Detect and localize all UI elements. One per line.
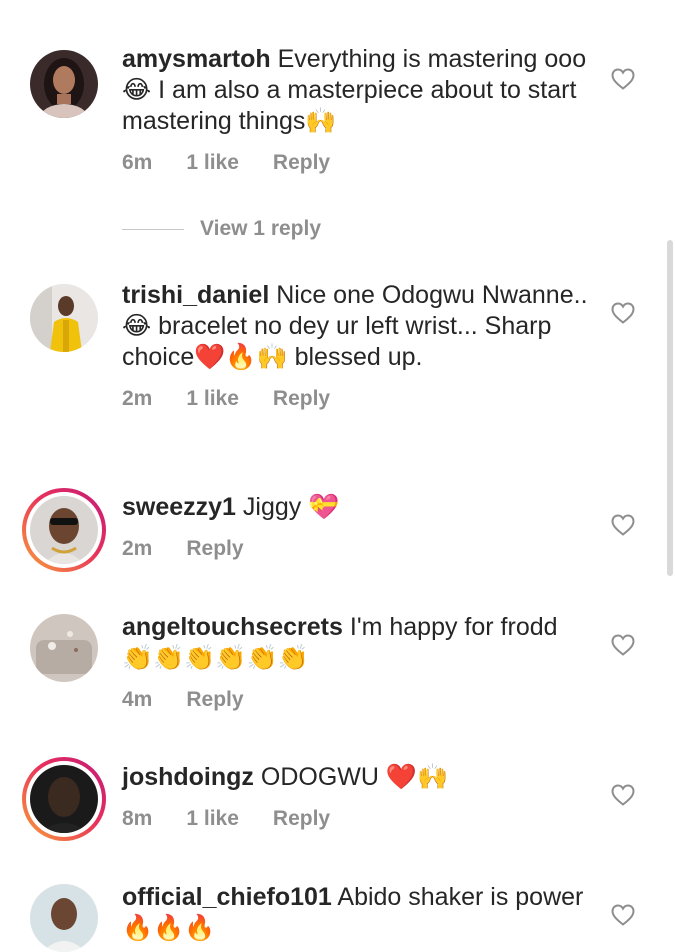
comment-meta: 8m 1 like Reply [122, 807, 592, 833]
avatar-man-sunglasses [30, 496, 98, 564]
avatar[interactable] [30, 284, 98, 352]
heart-icon[interactable] [611, 904, 635, 926]
divider [122, 228, 184, 230]
heart-icon[interactable] [611, 514, 635, 536]
heart-icon[interactable] [611, 302, 635, 324]
comment-meta: 2m Reply [122, 537, 592, 563]
avatar-man-yellow-outfit [30, 284, 98, 352]
comment-username[interactable]: joshdoingz [122, 763, 254, 791]
comment-username[interactable]: trishi_daniel [122, 281, 269, 309]
reply-button[interactable]: Reply [273, 151, 330, 174]
comment-body: trishi_daniel Nice one Odogwu Nwanne..😂 … [122, 280, 592, 373]
comment-body: joshdoingz ODOGWU ❤️🙌 [122, 762, 592, 793]
comment-body: amysmartoh Everything is mastering ooo😂 … [122, 44, 592, 137]
heart-icon[interactable] [611, 634, 635, 656]
comment-body: official_chiefo101 Abido shaker is power… [122, 882, 592, 944]
comment-time: 8m [122, 807, 153, 830]
avatar-man-smiling [30, 884, 98, 952]
avatar[interactable] [30, 614, 98, 682]
comment-likes[interactable]: 1 like [186, 807, 239, 830]
comment-meta: 4m Reply [122, 688, 592, 714]
reply-button[interactable]: Reply [273, 387, 330, 410]
comment-time: 6m [122, 151, 153, 174]
comment-username[interactable]: official_chiefo101 [122, 883, 332, 911]
reply-button[interactable]: Reply [186, 537, 243, 560]
avatar-story-ring[interactable] [22, 757, 106, 841]
view-replies-label: View 1 reply [200, 217, 322, 240]
avatar-product-photo [30, 614, 98, 682]
reply-button[interactable]: Reply [273, 807, 330, 830]
comment-meta: 6m 1 like Reply [122, 151, 592, 177]
comment-text: ODOGWU ❤️🙌 [260, 763, 449, 791]
reply-button[interactable]: Reply [186, 688, 243, 711]
comment-likes[interactable]: 1 like [186, 387, 239, 410]
heart-icon[interactable] [611, 784, 635, 806]
avatar-man-dark [30, 765, 98, 833]
comment-username[interactable]: angeltouchsecrets [122, 613, 343, 641]
avatar-woman-portrait [30, 50, 98, 118]
avatar[interactable] [30, 884, 98, 952]
comment-time: 2m [122, 537, 153, 560]
scrollbar[interactable] [667, 240, 673, 576]
comment-body: angeltouchsecrets I'm happy for frodd 👏👏… [122, 612, 592, 674]
comment-username[interactable]: amysmartoh [122, 45, 271, 73]
avatar[interactable] [30, 50, 98, 118]
view-replies-button[interactable]: View 1 reply [122, 216, 321, 242]
comment-text: Jiggy 💝 [242, 493, 340, 521]
comment-username[interactable]: sweezzy1 [122, 493, 236, 521]
comment-time: 2m [122, 387, 153, 410]
heart-icon[interactable] [611, 68, 635, 90]
comment-time: 4m [122, 688, 153, 711]
comment-meta: 2m 1 like Reply [122, 387, 592, 413]
comment-body: sweezzy1 Jiggy 💝 [122, 492, 592, 523]
comment-likes[interactable]: 1 like [186, 151, 239, 174]
avatar-story-ring[interactable] [22, 488, 106, 572]
